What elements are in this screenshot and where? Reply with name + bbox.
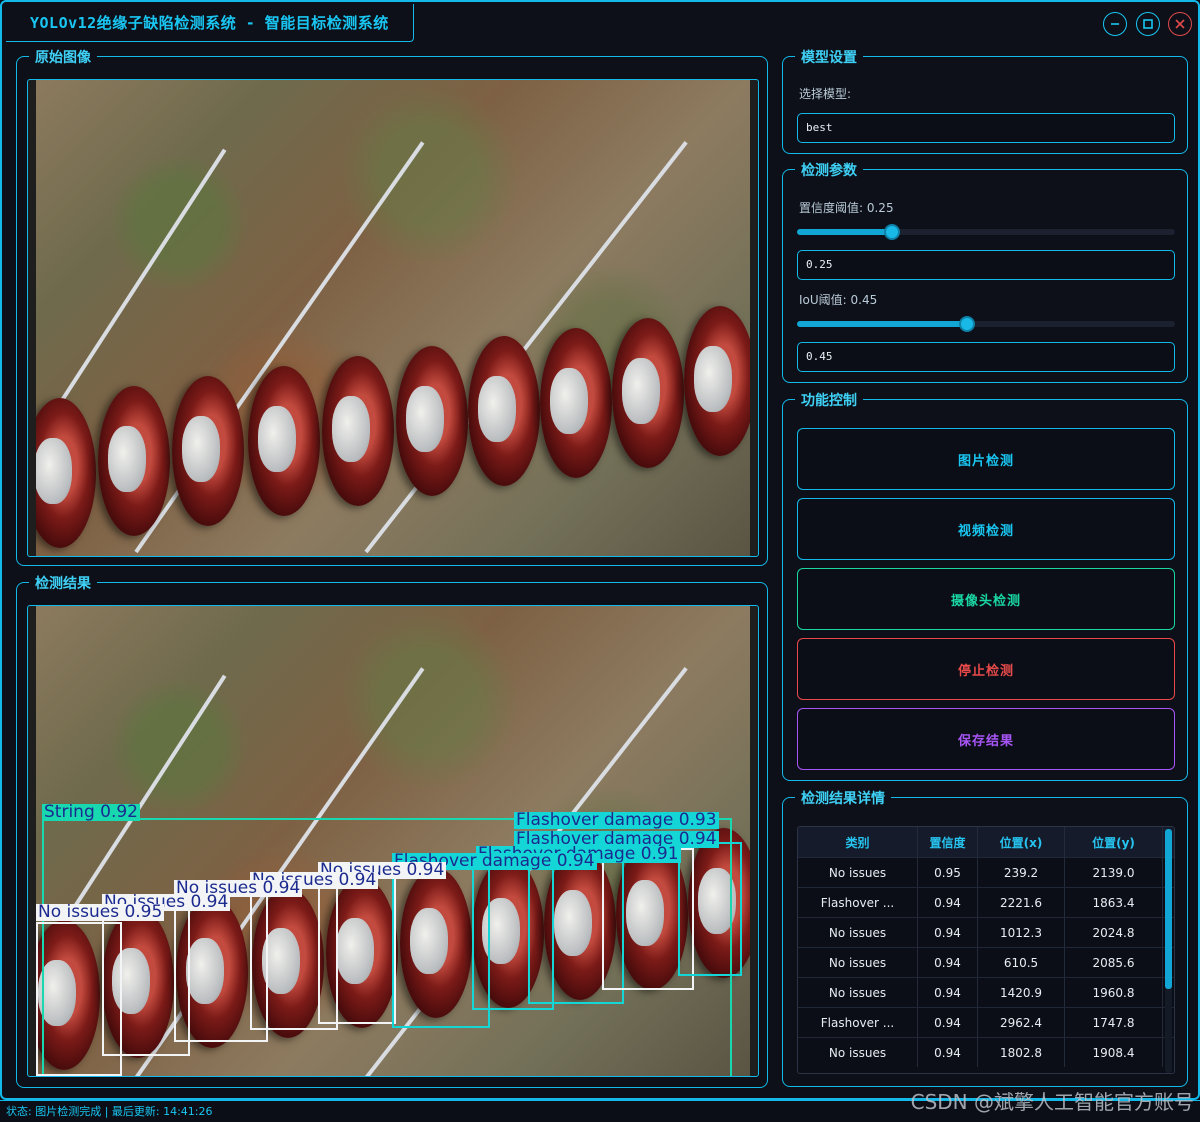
result-image-frame: String 0.92 Flashover damage 0.93 Flasho…	[27, 605, 759, 1077]
cell-y: 2139.0	[1065, 858, 1163, 887]
cell-class: No issues	[798, 858, 918, 887]
cell-class: Flashover ...	[798, 1008, 918, 1037]
minimize-icon	[1111, 23, 1119, 25]
cell-y: 1908.4	[1065, 1038, 1163, 1067]
cell-class: No issues	[798, 978, 918, 1007]
original-image-title: 原始图像	[29, 47, 97, 67]
cell-x: 1420.9	[978, 978, 1065, 1007]
image-detect-button[interactable]: 图片检测	[797, 428, 1175, 490]
minimize-button[interactable]	[1103, 12, 1127, 36]
detection-result-title: 检测结果	[29, 573, 97, 593]
cell-class: No issues	[798, 948, 918, 977]
cell-class: Flashover ...	[798, 888, 918, 917]
cell-class: No issues	[798, 1038, 918, 1067]
detection-params-group: 检测参数 置信度阈值: 0.25 0.25 IoU阈值: 0.45 0.45	[782, 160, 1188, 383]
confidence-input[interactable]: 0.25	[797, 250, 1175, 280]
select-model-label: 选择模型:	[799, 87, 852, 101]
column-header[interactable]: 类别	[798, 827, 918, 857]
cell-confidence: 0.94	[918, 948, 978, 977]
maximize-icon	[1143, 19, 1153, 29]
detection-label: String 0.92	[42, 802, 140, 822]
cell-confidence: 0.94	[918, 918, 978, 947]
detection-params-title: 检测参数	[795, 160, 863, 180]
table-header: 类别 置信度 位置(x) 位置(y)	[798, 827, 1174, 857]
save-result-button[interactable]: 保存结果	[797, 708, 1175, 770]
stop-detect-button[interactable]: 停止检测	[797, 638, 1175, 700]
column-header[interactable]: 位置(y)	[1065, 827, 1163, 857]
cell-x: 239.2	[978, 858, 1065, 887]
table-row[interactable]: No issues 0.94 1012.3 2024.8	[798, 917, 1174, 947]
video-detect-button[interactable]: 视频检测	[797, 498, 1175, 560]
cell-y: 1747.8	[1065, 1008, 1163, 1037]
original-image-frame	[27, 79, 759, 557]
cell-y: 1863.4	[1065, 888, 1163, 917]
cell-x: 610.5	[978, 948, 1065, 977]
table-row[interactable]: No issues 0.94 1802.8 1908.4	[798, 1037, 1174, 1067]
column-header[interactable]: 置信度	[918, 827, 978, 857]
cell-x: 2962.4	[978, 1008, 1065, 1037]
function-controls-group: 功能控制 图片检测 视频检测 摄像头检测 停止检测 保存结果	[782, 390, 1188, 781]
confidence-label: 置信度阈值: 0.25	[799, 201, 894, 215]
cell-x: 1802.8	[978, 1038, 1065, 1067]
result-image: String 0.92 Flashover damage 0.93 Flasho…	[36, 606, 750, 1076]
model-select[interactable]: best	[797, 113, 1175, 143]
table-row[interactable]: No issues 0.94 1420.9 1960.8	[798, 977, 1174, 1007]
scrollbar-thumb[interactable]	[1165, 829, 1172, 989]
cell-class: No issues	[798, 918, 918, 947]
slider-handle[interactable]	[883, 224, 900, 240]
result-details-group: 检测结果详情 类别 置信度 位置(x) 位置(y) No issues 0.95…	[782, 788, 1188, 1087]
column-header[interactable]: 位置(x)	[978, 827, 1065, 857]
cell-y: 1960.8	[1065, 978, 1163, 1007]
detection-box	[678, 842, 742, 976]
camera-detect-button[interactable]: 摄像头检测	[797, 568, 1175, 630]
result-details-title: 检测结果详情	[795, 788, 891, 808]
cell-confidence: 0.94	[918, 888, 978, 917]
model-settings-group: 模型设置 选择模型: best	[782, 47, 1188, 154]
confidence-slider[interactable]	[797, 224, 1175, 240]
title-bar: YOLOv12绝缘子缺陷检测系统 - 智能目标检测系统	[2, 2, 1198, 44]
cell-y: 2085.6	[1065, 948, 1163, 977]
maximize-button[interactable]	[1136, 12, 1160, 36]
app-window: YOLOv12绝缘子缺陷检测系统 - 智能目标检测系统 原始图像 检测结果 St…	[0, 0, 1200, 1100]
close-button[interactable]	[1168, 12, 1192, 36]
cell-confidence: 0.94	[918, 978, 978, 1007]
table-row[interactable]: Flashover ... 0.94 2962.4 1747.8	[798, 1007, 1174, 1037]
detection-result-group: 检测结果 String 0.92 Flashover damage 0.93 F…	[16, 573, 768, 1088]
iou-input[interactable]: 0.45	[797, 342, 1175, 372]
cell-x: 1012.3	[978, 918, 1065, 947]
cell-confidence: 0.94	[918, 1038, 978, 1067]
cell-confidence: 0.95	[918, 858, 978, 887]
cell-x: 2221.6	[978, 888, 1065, 917]
table-row[interactable]: No issues 0.95 239.2 2139.0	[798, 857, 1174, 887]
cell-confidence: 0.94	[918, 1008, 978, 1037]
iou-slider[interactable]	[797, 316, 1175, 332]
detection-box	[318, 870, 396, 1024]
window-title: YOLOv12绝缘子缺陷检测系统 - 智能目标检测系统	[6, 4, 414, 42]
result-table: 类别 置信度 位置(x) 位置(y) No issues 0.95 239.2 …	[797, 826, 1175, 1074]
slider-handle[interactable]	[959, 316, 976, 332]
cell-y: 2024.8	[1065, 918, 1163, 947]
original-image	[36, 80, 750, 556]
table-scrollbar[interactable]	[1165, 829, 1172, 1073]
table-row[interactable]: No issues 0.94 610.5 2085.6	[798, 947, 1174, 977]
model-settings-title: 模型设置	[795, 47, 863, 67]
close-icon	[1175, 19, 1185, 29]
watermark: CSDN @斌擎人工智能官方账号	[910, 1090, 1194, 1114]
table-row[interactable]: Flashover ... 0.94 2221.6 1863.4	[798, 887, 1174, 917]
iou-label: IoU阈值: 0.45	[799, 293, 878, 307]
detection-label: No issues 0.95	[36, 902, 165, 922]
function-controls-title: 功能控制	[795, 390, 863, 410]
detection-label: Flashover damage 0.93	[514, 810, 719, 830]
original-image-group: 原始图像	[16, 47, 768, 566]
